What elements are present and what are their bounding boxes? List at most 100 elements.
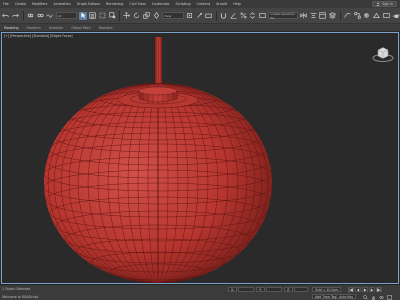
- scene-explorer-icon: [319, 12, 327, 19]
- mirror-button[interactable]: [300, 12, 308, 20]
- ornament-model[interactable]: [2, 33, 399, 284]
- play-icon: [363, 287, 367, 292]
- bind-space-warp-button[interactable]: [46, 12, 54, 20]
- x-coordinate-label: X:: [228, 287, 238, 292]
- previous-frame-icon: [356, 287, 360, 292]
- placement-icon: [153, 12, 159, 19]
- material-sphere-icon: [364, 13, 370, 18]
- render-production-button[interactable]: [392, 12, 400, 20]
- menu-scripting[interactable]: Scripting: [173, 2, 194, 6]
- teapot-icon: [392, 14, 400, 18]
- unlink-button[interactable]: [36, 12, 44, 20]
- main-toolbar: All View Create Selection Se: [0, 8, 400, 24]
- snaps-toggle-button[interactable]: [220, 12, 228, 20]
- menu-create[interactable]: Create: [12, 2, 29, 6]
- select-manipulate-button[interactable]: [195, 12, 203, 20]
- selection-set-dropdown[interactable]: Create Selection Se: [268, 12, 298, 20]
- menu-content[interactable]: Content: [194, 2, 214, 6]
- pan-button[interactable]: [370, 294, 376, 300]
- redo-button[interactable]: [12, 12, 20, 20]
- play-button[interactable]: [362, 287, 368, 292]
- undo-button[interactable]: [2, 12, 10, 20]
- material-editor-button[interactable]: [363, 12, 371, 20]
- sign-in-label: Sign In: [382, 2, 393, 6]
- menu-bar: File Create Modifiers Animation Graph Ed…: [0, 0, 400, 8]
- named-selection-icon: [259, 13, 266, 18]
- menu-rendering[interactable]: Rendering: [103, 2, 126, 6]
- render-setup-button[interactable]: [373, 12, 381, 20]
- grid-size-readout: Grid = 10.0cm: [312, 287, 342, 292]
- schematic-icon: [354, 12, 361, 19]
- move-button[interactable]: [123, 12, 131, 20]
- unlink-icon: [37, 13, 44, 18]
- layers-icon: [329, 12, 337, 19]
- scale-button[interactable]: [143, 12, 151, 20]
- toolbar-separator: [339, 10, 341, 21]
- rotate-button[interactable]: [133, 12, 141, 20]
- toggle-scene-explorer-button[interactable]: [319, 12, 327, 20]
- link-button[interactable]: [26, 12, 34, 20]
- z-coordinate-field[interactable]: [294, 287, 308, 292]
- frame-window-icon: [383, 13, 390, 18]
- pivot-icon: [186, 13, 192, 18]
- menu-arnold[interactable]: Arnold: [213, 2, 230, 6]
- perspective-viewport[interactable]: [+] [Perspective] [Standard] [Edged Face…: [1, 32, 399, 284]
- tab-populate[interactable]: Populate: [95, 26, 117, 30]
- maximize-viewport-button[interactable]: [386, 294, 392, 300]
- go-to-start-button[interactable]: [348, 287, 354, 292]
- edit-named-selection-button[interactable]: [259, 12, 267, 20]
- user-icon: [376, 2, 380, 6]
- keyboard-shortcut-override-button[interactable]: [205, 12, 213, 20]
- window-crossing-button[interactable]: [108, 12, 116, 20]
- menu-customize[interactable]: Customize: [149, 2, 173, 6]
- angle-snap-button[interactable]: [229, 12, 237, 20]
- reference-coordinate-dropdown[interactable]: View: [162, 12, 184, 19]
- go-to-end-button[interactable]: [376, 287, 382, 292]
- menu-animation[interactable]: Animation: [50, 2, 73, 6]
- mirror-icon: [300, 12, 307, 19]
- menu-graph-editors[interactable]: Graph Editors: [74, 2, 103, 6]
- menu-file[interactable]: File: [0, 2, 12, 6]
- z-coordinate-label: Z:: [284, 287, 294, 292]
- manipulate-icon: [196, 13, 202, 18]
- schematic-view-button[interactable]: [353, 12, 361, 20]
- menu-help[interactable]: Help: [230, 2, 244, 6]
- tab-object-paint[interactable]: Object Paint: [67, 26, 94, 30]
- align-button[interactable]: [309, 12, 317, 20]
- toolbar-separator: [119, 10, 121, 21]
- redo-icon: [12, 13, 19, 18]
- sign-in-button[interactable]: Sign In: [372, 1, 397, 7]
- placement-button[interactable]: [152, 12, 160, 20]
- toggle-layer-explorer-button[interactable]: [329, 12, 337, 20]
- tab-freeform[interactable]: Freeform: [23, 26, 45, 30]
- region-select-button[interactable]: [99, 12, 107, 20]
- menu-modifiers[interactable]: Modifiers: [29, 2, 50, 6]
- tab-selection[interactable]: Selection: [45, 26, 68, 30]
- curve-editor-button[interactable]: [344, 12, 352, 20]
- rendered-frame-window-button[interactable]: [383, 12, 391, 20]
- render-setup-icon: [373, 12, 381, 18]
- y-coordinate-field[interactable]: [266, 287, 282, 292]
- selection-filter-dropdown[interactable]: All: [55, 12, 78, 19]
- align-icon: [310, 13, 317, 18]
- select-object-button[interactable]: [79, 11, 87, 20]
- percent-snap-button[interactable]: [239, 12, 247, 20]
- spinner-icon: [250, 12, 256, 19]
- angle-snap-icon: [230, 13, 237, 19]
- link-icon: [27, 13, 34, 18]
- tab-modeling[interactable]: Modeling: [0, 26, 23, 30]
- menu-civil-view[interactable]: Civil View: [126, 2, 148, 6]
- spinner-snap-button[interactable]: [249, 12, 257, 20]
- pivot-center-button[interactable]: [186, 12, 194, 20]
- select-by-name-button[interactable]: [89, 12, 97, 20]
- orbit-button[interactable]: [378, 294, 384, 300]
- zoom-button[interactable]: [362, 294, 368, 300]
- space-warp-icon: [46, 14, 53, 18]
- maxscript-listener[interactable]: Welcome to MAXScript.: [2, 295, 39, 299]
- auto-key-button[interactable]: Auto Key: [336, 294, 357, 299]
- hand-icon: [371, 295, 375, 300]
- cursor-icon: [80, 12, 86, 19]
- previous-frame-button[interactable]: [355, 287, 361, 292]
- x-coordinate-field[interactable]: [238, 287, 254, 292]
- next-frame-button[interactable]: [369, 287, 375, 292]
